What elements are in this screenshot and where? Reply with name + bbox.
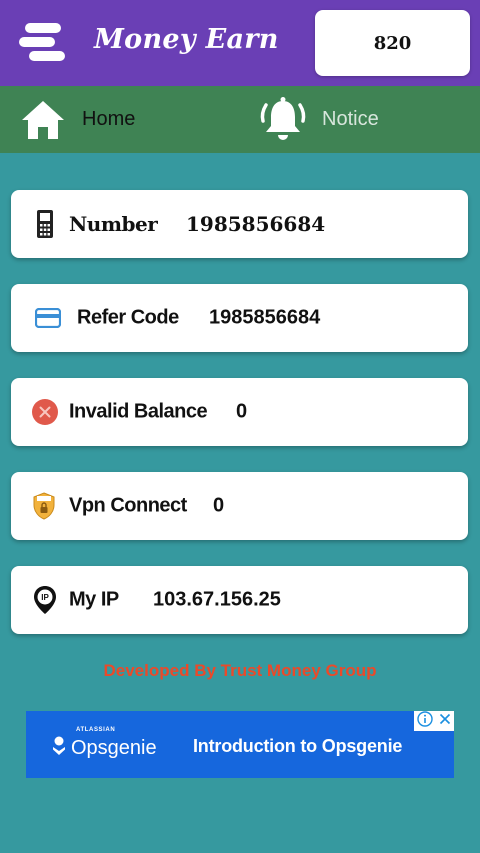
- coin-balance-value: 820: [373, 32, 412, 54]
- ad-brand-small: ATLASSIAN: [76, 727, 116, 733]
- number-label: Number: [69, 212, 158, 236]
- ip-pin-icon: IP: [33, 585, 57, 615]
- refer-code-label: Refer Code: [77, 306, 179, 329]
- ad-headline: Introduction to Opsgenie: [193, 736, 403, 756]
- tab-notice-label: Notice: [322, 108, 379, 130]
- tab-home[interactable]: Home: [18, 86, 135, 153]
- info-icon[interactable]: [417, 710, 433, 732]
- ad-choices[interactable]: [414, 710, 454, 732]
- home-icon: [18, 95, 68, 145]
- my-ip-label: My IP: [69, 588, 119, 611]
- svg-text:IP: IP: [41, 593, 49, 602]
- coin-balance-box[interactable]: 820: [315, 10, 470, 76]
- invalid-balance-value: 0: [236, 400, 248, 423]
- invalid-balance-label: Invalid Balance: [69, 400, 208, 423]
- ad-brand: Opsgenie: [71, 737, 157, 759]
- opsgenie-logo-icon: [52, 736, 66, 761]
- card-refer-code: Refer Code 1985856684: [11, 284, 468, 352]
- menu-icon[interactable]: [19, 22, 67, 62]
- developer-credit: Developed By Trust Money Group: [103, 661, 377, 680]
- tab-bar: Home Notice: [0, 86, 480, 153]
- phone-icon: [37, 210, 53, 238]
- refer-code-value: 1985856684: [209, 306, 321, 329]
- error-circle-icon: [31, 398, 59, 426]
- card-invalid-balance: Invalid Balance 0: [11, 378, 468, 446]
- app-title: Money Earn: [94, 24, 279, 55]
- vpn-shield-icon: [33, 492, 55, 520]
- vpn-connect-value: 0: [213, 494, 225, 517]
- card-vpn-connect: Vpn Connect 0: [11, 472, 468, 540]
- bell-icon: [258, 95, 308, 145]
- top-app-bar: Money Earn 820: [0, 0, 480, 86]
- ad-banner[interactable]: ATLASSIAN Opsgenie Introduction to Opsge…: [26, 710, 454, 778]
- number-value: 1985856684: [186, 212, 326, 236]
- close-icon[interactable]: [439, 712, 451, 730]
- tab-notice[interactable]: Notice: [258, 86, 379, 153]
- vpn-connect-label: Vpn Connect: [69, 494, 187, 517]
- ad-logo: Opsgenie: [52, 736, 157, 761]
- card-my-ip: IP My IP 103.67.156.25: [11, 566, 468, 634]
- card-icon: [35, 308, 61, 328]
- tab-home-label: Home: [82, 108, 136, 130]
- card-number: Number 1985856684: [11, 190, 468, 258]
- my-ip-value: 103.67.156.25: [153, 588, 281, 611]
